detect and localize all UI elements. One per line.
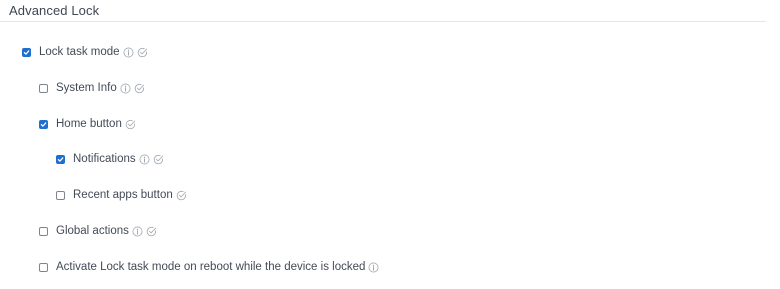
verified-check-icon	[137, 47, 148, 58]
option-system-info[interactable]: System Info	[39, 80, 145, 96]
option-recent-apps-button[interactable]: Recent apps button	[56, 187, 187, 203]
section-header: Advanced Lock	[0, 0, 766, 22]
global-actions-checkbox[interactable]	[39, 226, 48, 236]
option-lock-task-mode[interactable]: Lock task mode	[22, 44, 148, 60]
option-home-button[interactable]: Home button	[39, 116, 136, 132]
verified-check-icon	[134, 83, 145, 94]
verified-check-icon	[125, 119, 136, 130]
home-button-label: Home button	[56, 118, 122, 130]
verified-check-icon	[176, 190, 187, 201]
info-icon[interactable]	[123, 47, 134, 58]
option-notifications[interactable]: Notifications	[56, 151, 164, 167]
info-icon[interactable]	[132, 226, 143, 237]
lock-task-mode-checkbox[interactable]	[22, 47, 31, 57]
info-icon[interactable]	[120, 83, 131, 94]
option-activate-on-reboot[interactable]: Activate Lock task mode on reboot while …	[39, 259, 379, 275]
notifications-checkbox[interactable]	[56, 154, 65, 164]
global-actions-label: Global actions	[56, 225, 129, 237]
system-info-label: System Info	[56, 82, 117, 94]
notifications-label: Notifications	[73, 153, 136, 165]
system-info-checkbox[interactable]	[39, 83, 48, 93]
lock-task-mode-label: Lock task mode	[39, 46, 120, 58]
activate-on-reboot-label: Activate Lock task mode on reboot while …	[56, 261, 366, 273]
info-icon[interactable]	[368, 262, 379, 273]
option-global-actions[interactable]: Global actions	[39, 223, 157, 239]
activate-on-reboot-checkbox[interactable]	[39, 262, 48, 272]
info-icon[interactable]	[139, 154, 150, 165]
section-title: Advanced Lock	[9, 3, 100, 18]
recent-apps-button-label: Recent apps button	[73, 189, 173, 201]
recent-apps-button-checkbox[interactable]	[56, 190, 65, 200]
home-button-checkbox[interactable]	[39, 119, 48, 129]
verified-check-icon	[146, 226, 157, 237]
verified-check-icon	[153, 154, 164, 165]
